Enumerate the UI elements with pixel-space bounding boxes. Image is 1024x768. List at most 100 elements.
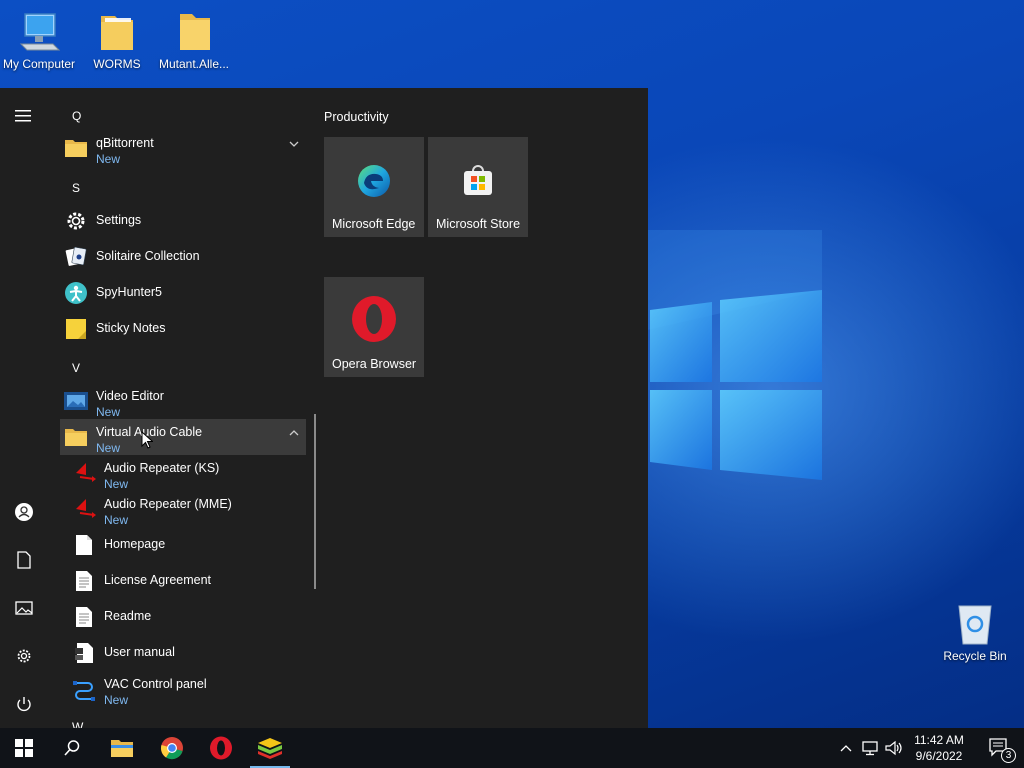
app-name: Readme xyxy=(104,609,152,623)
letter-header-w[interactable]: W xyxy=(72,720,83,728)
clock-time: 11:42 AM xyxy=(914,733,964,747)
tile-microsoft-edge[interactable]: Microsoft Edge xyxy=(324,137,424,237)
user-icon xyxy=(15,503,33,521)
documents-icon xyxy=(17,551,31,569)
app-item-virtual-audio-cable[interactable]: Virtual Audio Cable New xyxy=(60,419,306,455)
power-button[interactable] xyxy=(0,684,48,724)
opera-icon xyxy=(324,295,424,343)
documents-button[interactable] xyxy=(0,540,48,580)
clock[interactable]: 11:42 AM 9/6/2022 xyxy=(904,732,974,764)
opera-button[interactable] xyxy=(197,728,245,768)
bluestacks-button[interactable] xyxy=(246,728,294,768)
notification-count-badge: 3 xyxy=(1001,748,1016,763)
app-item-readme[interactable]: Readme xyxy=(68,599,306,635)
settings-button[interactable] xyxy=(0,636,48,676)
folder-icon xyxy=(64,136,88,160)
hamburger-menu-button[interactable] xyxy=(0,96,48,136)
app-name: Video Editor xyxy=(96,389,164,403)
new-badge: New xyxy=(104,477,129,491)
network-icon xyxy=(862,741,878,756)
app-name: Audio Repeater (MME) xyxy=(104,497,232,511)
folder-icon xyxy=(101,16,133,50)
app-name: Solitaire Collection xyxy=(96,249,200,263)
app-item-license-agreement[interactable]: License Agreement xyxy=(68,563,306,599)
app-item-spyhunter5[interactable]: SpyHunter5 xyxy=(60,275,306,311)
letter-header-q[interactable]: Q xyxy=(72,109,81,123)
desktop-icon-label: WORMS xyxy=(93,57,141,71)
power-icon xyxy=(17,697,31,712)
tile-opera-browser[interactable]: Opera Browser xyxy=(324,277,424,377)
desktop-icon-worms[interactable]: WORMS xyxy=(75,10,159,71)
letter-header-s[interactable]: S xyxy=(72,181,80,195)
text-document-icon xyxy=(72,605,96,629)
app-list-scrollbar[interactable] xyxy=(314,414,316,589)
tile-group-title[interactable]: Productivity xyxy=(324,110,389,124)
tile-microsoft-store[interactable]: Microsoft Store xyxy=(428,137,528,237)
gear-icon xyxy=(64,209,88,233)
app-item-homepage[interactable]: Homepage xyxy=(68,527,306,563)
app-item-audio-repeater-ks[interactable]: Audio Repeater (KS) New xyxy=(68,455,306,491)
folder-icon xyxy=(64,425,88,449)
new-badge: New xyxy=(104,513,129,527)
account-button[interactable] xyxy=(0,492,48,532)
action-center-button[interactable]: 3 xyxy=(980,728,1020,768)
pictures-icon xyxy=(15,601,33,615)
volume-button[interactable] xyxy=(882,728,906,768)
desktop-icon-mutant-alle[interactable]: Mutant.Alle... xyxy=(152,10,236,71)
app-item-audio-repeater-mme[interactable]: Audio Repeater (MME) New xyxy=(68,491,306,527)
volume-icon xyxy=(885,740,902,756)
clock-date: 9/6/2022 xyxy=(915,749,963,763)
audio-repeater-icon xyxy=(72,461,96,485)
video-editor-icon xyxy=(64,389,88,413)
new-badge: New xyxy=(96,405,121,419)
app-item-video-editor[interactable]: Video Editor New xyxy=(60,383,306,419)
search-icon xyxy=(64,740,80,756)
start-button[interactable] xyxy=(0,728,48,768)
app-name: Settings xyxy=(96,213,142,227)
file-explorer-icon xyxy=(111,740,133,757)
settings-icon xyxy=(17,649,31,663)
sticky-notes-icon xyxy=(64,317,88,341)
app-item-settings[interactable]: Settings xyxy=(60,203,306,239)
chevron-down-icon[interactable] xyxy=(288,138,300,150)
app-item-qbittorrent[interactable]: qBittorrent New xyxy=(60,130,306,166)
bluestacks-icon xyxy=(258,738,282,759)
tile-label: Microsoft Edge xyxy=(332,217,416,231)
new-badge: New xyxy=(96,152,121,166)
search-button[interactable] xyxy=(48,728,96,768)
chevron-up-icon[interactable] xyxy=(288,427,300,439)
app-name: Sticky Notes xyxy=(96,321,166,335)
start-menu: Q qBittorrent New S Settings Solitaire C… xyxy=(0,88,648,728)
desktop-icon-my-computer[interactable]: My Computer xyxy=(0,10,81,71)
app-item-vac-control-panel[interactable]: VAC Control panel New xyxy=(68,671,306,707)
app-item-sticky-notes[interactable]: Sticky Notes xyxy=(60,311,306,347)
file-explorer-button[interactable] xyxy=(98,728,146,768)
letter-header-v[interactable]: V xyxy=(72,361,80,375)
app-item-solitaire-collection[interactable]: Solitaire Collection xyxy=(60,239,306,275)
taskbar: 11:42 AM 9/6/2022 3 xyxy=(0,728,1024,768)
app-list[interactable]: Q qBittorrent New S Settings Solitaire C… xyxy=(60,88,320,728)
desktop-icon-label: My Computer xyxy=(2,57,76,71)
app-name: License Agreement xyxy=(104,573,212,587)
cards-icon xyxy=(64,245,88,269)
chevron-up-icon xyxy=(840,745,852,752)
chrome-button[interactable] xyxy=(148,728,196,768)
app-item-user-manual[interactable]: User manual xyxy=(68,635,306,671)
computer-icon xyxy=(19,13,61,51)
edge-icon xyxy=(324,163,424,199)
manual-icon xyxy=(72,641,96,665)
app-name: VAC Control panel xyxy=(104,677,207,691)
pictures-button[interactable] xyxy=(0,588,48,628)
new-badge: New xyxy=(104,693,129,707)
document-icon xyxy=(72,533,96,557)
folder-icon xyxy=(180,14,210,50)
show-hidden-icons-button[interactable] xyxy=(834,728,858,768)
mouse-cursor-icon xyxy=(141,431,153,449)
new-badge: New xyxy=(96,441,121,455)
app-name: Audio Repeater (KS) xyxy=(104,461,220,475)
desktop-icon-recycle-bin[interactable]: Recycle Bin xyxy=(933,602,1017,663)
network-button[interactable] xyxy=(858,728,882,768)
start-icon xyxy=(15,739,33,757)
app-name: Homepage xyxy=(104,537,166,551)
text-document-icon xyxy=(72,569,96,593)
